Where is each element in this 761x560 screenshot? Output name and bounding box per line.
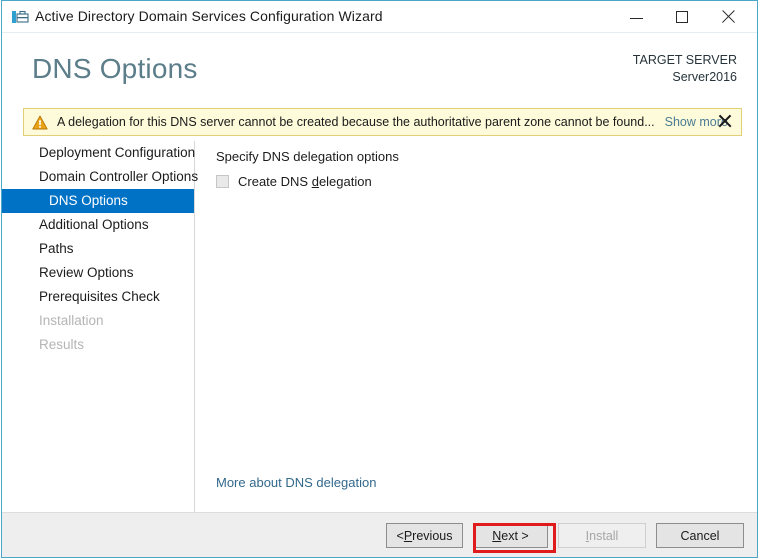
create-dns-delegation-row[interactable]: Create DNS delegation <box>216 174 372 189</box>
previous-suffix: revious <box>412 528 453 543</box>
warning-bar: A delegation for this DNS server cannot … <box>23 108 742 136</box>
server-wizard-icon <box>11 8 29 26</box>
page-header: DNS Options TARGET SERVER Server2016 <box>2 33 757 101</box>
install-suffix: nstall <box>589 528 619 543</box>
page-title: DNS Options <box>32 53 198 84</box>
sidebar-item-additional-options[interactable]: Additional Options <box>2 213 194 237</box>
window-title: Active Directory Domain Services Configu… <box>35 8 383 24</box>
sidebar-item-paths[interactable]: Paths <box>2 237 194 261</box>
checkbox-label-after: elegation <box>318 174 372 189</box>
sidebar-item-domain-controller-options[interactable]: Domain Controller Options <box>2 165 198 189</box>
sidebar-item-prerequisites-check[interactable]: Prerequisites Check <box>2 285 194 309</box>
minimize-icon[interactable] <box>613 1 659 32</box>
checkbox-label-before: Create DNS <box>238 174 312 189</box>
target-server-name: Server2016 <box>672 70 737 84</box>
maximize-icon[interactable] <box>659 1 705 32</box>
previous-button[interactable]: < Previous <box>386 523 463 548</box>
target-server-block: TARGET SERVER Server2016 <box>633 52 737 86</box>
cancel-suffix: Cancel <box>680 528 720 543</box>
footer-button-bar: < Previous Next > Install Cancel <box>2 512 757 557</box>
install-button: Install <box>558 523 646 548</box>
wizard-steps-nav: Deployment Configuration Domain Controll… <box>2 141 198 512</box>
body-area: Deployment Configuration Domain Controll… <box>2 141 757 512</box>
sidebar-item-deployment-configuration[interactable]: Deployment Configuration <box>2 141 195 165</box>
sidebar-item-results: Results <box>39 337 85 352</box>
next-suffix: ext > <box>501 528 529 543</box>
content-pane: Specify DNS delegation options Create DN… <box>196 141 757 512</box>
next-accel: N <box>492 528 502 543</box>
cancel-button[interactable]: Cancel <box>656 523 744 548</box>
previous-accel: P <box>403 528 413 543</box>
close-icon[interactable] <box>705 1 751 32</box>
warning-message: A delegation for this DNS server cannot … <box>57 115 655 129</box>
sidebar-item-review-options[interactable]: Review Options <box>2 261 194 285</box>
next-button[interactable]: Next > <box>473 523 548 548</box>
target-server-label: TARGET SERVER <box>632 53 737 67</box>
sidebar-item-installation: Installation <box>39 313 104 328</box>
create-dns-delegation-label: Create DNS delegation <box>238 174 372 189</box>
previous-prefix: < <box>396 528 404 543</box>
section-heading: Specify DNS delegation options <box>216 149 399 164</box>
checkbox-label-accel: d <box>311 174 319 189</box>
warning-close-icon[interactable] <box>718 114 734 130</box>
more-about-dns-delegation-link[interactable]: More about DNS delegation <box>216 475 376 490</box>
sidebar-item-dns-options[interactable]: DNS Options <box>2 189 194 213</box>
warning-triangle-icon <box>32 115 48 130</box>
create-dns-delegation-checkbox[interactable] <box>216 175 229 188</box>
title-bar: Active Directory Domain Services Configu… <box>2 1 757 33</box>
wizard-window: Active Directory Domain Services Configu… <box>1 0 758 558</box>
